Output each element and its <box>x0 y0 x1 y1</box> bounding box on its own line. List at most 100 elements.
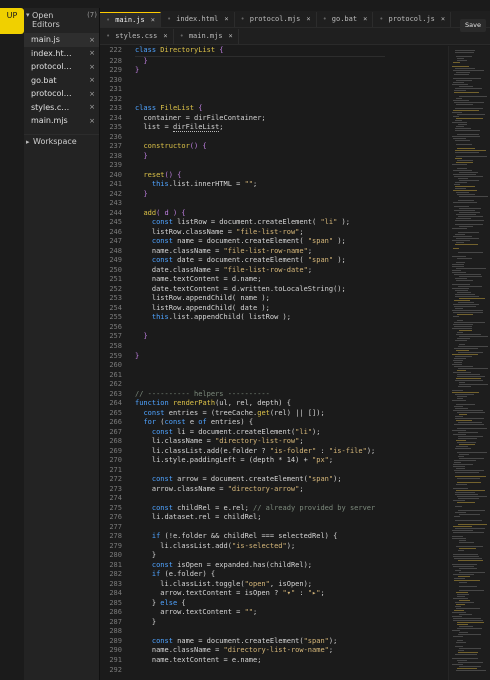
close-icon[interactable]: × <box>87 36 95 44</box>
minimap-line <box>455 140 470 141</box>
close-icon[interactable]: × <box>224 15 228 23</box>
minimap-line <box>456 334 481 335</box>
tab-label: go.bat <box>331 15 358 23</box>
close-icon[interactable]: × <box>87 117 95 125</box>
up-button[interactable]: UP <box>0 8 24 34</box>
workspace-header[interactable]: ▸ Workspace <box>24 133 99 149</box>
code-line: 286 arrow.textContent = ""; <box>100 608 448 618</box>
editor-tab[interactable]: • main.js × <box>100 11 161 27</box>
line-number: 253 <box>109 294 122 303</box>
close-icon[interactable]: × <box>87 63 95 71</box>
minimap-line <box>459 600 470 601</box>
close-icon[interactable]: × <box>306 15 310 23</box>
minimap-line <box>452 564 477 565</box>
line-number: 275 <box>109 503 122 512</box>
minimap-line <box>452 288 469 289</box>
code-line: 239 <box>100 161 448 171</box>
line-number: 247 <box>109 237 122 246</box>
close-icon[interactable]: × <box>87 103 95 111</box>
minimap-line <box>458 286 482 287</box>
line-number: 256 <box>109 322 122 331</box>
code-text: const li = document.createElement("li"); <box>151 427 321 436</box>
editor-tab[interactable]: • go.bat × <box>317 11 374 27</box>
code-line: 255 this.list.appendChild( listRow ); <box>100 313 448 323</box>
minimap-line <box>458 302 474 303</box>
close-icon[interactable]: × <box>163 32 167 40</box>
minimap-line <box>459 414 467 415</box>
code-line: 243 <box>100 199 448 209</box>
minimap-line <box>459 586 477 587</box>
line-number: 270 <box>109 456 122 465</box>
code-text: if (!e.folder && childRel === selectedRe… <box>151 532 338 541</box>
open-editor-item[interactable]: styles.c… × <box>24 101 99 115</box>
minimap[interactable] <box>448 46 490 680</box>
minimap-line <box>459 540 466 541</box>
minimap-line <box>457 134 479 135</box>
code-text: const arrow = document.createElement("sp… <box>151 475 342 484</box>
close-icon[interactable]: × <box>229 32 233 40</box>
open-editor-item[interactable]: go.bat × <box>24 74 99 88</box>
editor-tab[interactable]: • index.html × <box>161 11 235 27</box>
workspace-title: Workspace <box>33 137 77 146</box>
line-number: 260 <box>109 361 122 370</box>
minimap-line <box>455 220 484 221</box>
code-text: const date = document.createElement( "sp… <box>151 256 346 265</box>
tab-label: main.mjs <box>188 32 223 40</box>
minimap-line <box>454 470 484 471</box>
minimap-line <box>456 192 469 193</box>
minimap-line <box>455 448 471 449</box>
line-number: 273 <box>109 484 122 493</box>
open-editor-item[interactable]: index.ht… × <box>24 47 99 61</box>
minimap-line <box>456 118 483 119</box>
close-icon[interactable]: × <box>363 15 367 23</box>
close-icon[interactable]: × <box>87 76 95 84</box>
minimap-line <box>456 446 468 447</box>
editor-tab[interactable]: • protocol.js × <box>373 11 452 27</box>
minimap-line <box>455 128 471 129</box>
open-editor-item[interactable]: protocol… × <box>24 60 99 74</box>
code-text: list = dirFileList; <box>135 123 224 133</box>
code-text: } else { <box>135 598 186 607</box>
code-text: this.list.appendChild( listRow ); <box>151 313 291 322</box>
minimap-line <box>455 182 467 183</box>
open-editor-item[interactable]: protocol… × <box>24 87 99 101</box>
save-button[interactable]: Save <box>460 19 486 32</box>
editor-tab[interactable]: • main.mjs × <box>174 28 239 44</box>
open-editor-item[interactable]: main.mjs × <box>24 114 99 128</box>
minimap-line <box>456 214 476 215</box>
minimap-line <box>455 570 461 571</box>
minimap-line <box>452 264 464 265</box>
code-text: arrow.textContent = isOpen ? "▾" : "▸"; <box>135 589 325 598</box>
minimap-line <box>455 186 475 187</box>
open-editors-header[interactable]: ▾ Open Editors (7) <box>24 8 99 31</box>
code-editor[interactable]: 222 class DirectoryList {228 } 229} 230 231 2… <box>100 46 448 680</box>
editor-tab[interactable]: • protocol.mjs × <box>235 11 317 27</box>
code-text: const name = document.createElement( "sp… <box>151 237 346 246</box>
close-icon[interactable]: × <box>87 49 95 57</box>
open-editors-title: Open Editors <box>32 11 60 29</box>
code-text: constructor() { <box>143 142 207 151</box>
editor-tab[interactable]: • styles.css × <box>100 28 174 44</box>
code-text: li.classList.toggle("open", isOpen); <box>135 579 313 588</box>
code-text: date.textContent = d.written.toLocaleStr… <box>135 284 346 293</box>
open-editor-item[interactable]: main.js × <box>24 33 99 47</box>
minimap-line <box>453 556 479 557</box>
minimap-line <box>458 200 474 201</box>
minimap-line <box>452 310 483 311</box>
line-number: 243 <box>109 199 122 208</box>
code-line: 235 list = dirFileList; <box>100 123 448 133</box>
close-icon[interactable]: × <box>87 90 95 98</box>
line-number: 245 <box>109 218 122 227</box>
code-line: 278 if (!e.folder && childRel === select… <box>100 532 448 542</box>
tab-dot-icon: • <box>379 15 384 23</box>
close-icon[interactable]: × <box>441 15 445 23</box>
code-text: add( d ) { <box>143 208 186 217</box>
minimap-line <box>453 82 464 83</box>
minimap-line <box>457 148 475 149</box>
minimap-line <box>459 582 467 583</box>
minimap-line <box>457 668 477 669</box>
minimap-line <box>455 150 486 151</box>
close-icon[interactable]: × <box>151 16 155 24</box>
open-editors-count: (7) <box>87 11 97 19</box>
minimap-line <box>453 100 469 101</box>
